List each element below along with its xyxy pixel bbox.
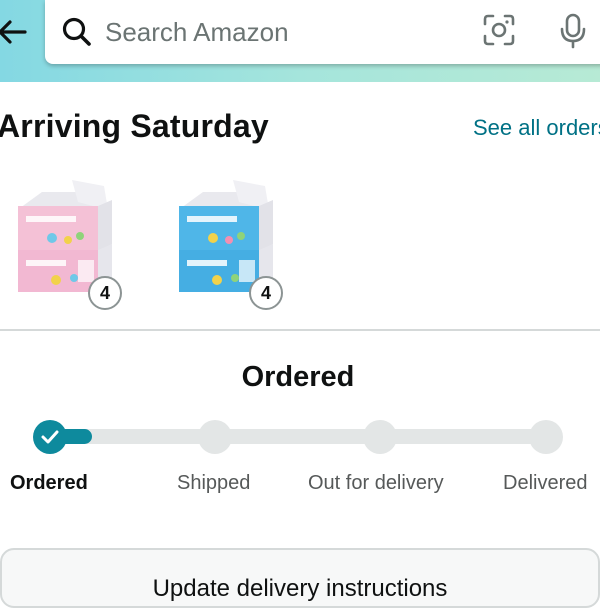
arrow-left-icon [0, 20, 27, 44]
update-delivery-instructions-button[interactable]: Update delivery instructions [0, 548, 600, 608]
progress-track [50, 429, 550, 444]
step-shipped-dot [198, 420, 232, 454]
quantity-badge: 4 [88, 276, 122, 310]
camera-lens-icon[interactable] [482, 13, 516, 47]
back-button[interactable] [0, 10, 32, 54]
microphone-icon[interactable] [558, 12, 588, 50]
see-all-orders-link[interactable]: See all orders [473, 115, 600, 141]
step-out-for-delivery-dot [363, 420, 397, 454]
step-ordered-dot [33, 420, 67, 454]
search-bar[interactable] [45, 0, 600, 64]
quantity-badge: 4 [249, 276, 283, 310]
search-input[interactable] [105, 14, 465, 50]
step-label-delivered: Delivered [503, 472, 588, 494]
product-item[interactable]: 4 [12, 180, 132, 310]
product-item[interactable]: 4 [173, 180, 293, 310]
step-label-shipped: Shipped [177, 472, 251, 494]
step-label-ordered: Ordered [10, 472, 88, 494]
arrival-heading: Arriving Saturday [0, 108, 269, 144]
section-divider [0, 329, 600, 331]
search-icon [62, 17, 91, 46]
top-header [0, 0, 600, 82]
update-delivery-instructions-label: Update delivery instructions [152, 575, 448, 602]
checkmark-icon [41, 430, 59, 444]
step-label-out-for-delivery: Out for delivery [308, 472, 444, 494]
step-delivered-dot [529, 420, 563, 454]
order-status-title: Ordered [241, 361, 355, 393]
